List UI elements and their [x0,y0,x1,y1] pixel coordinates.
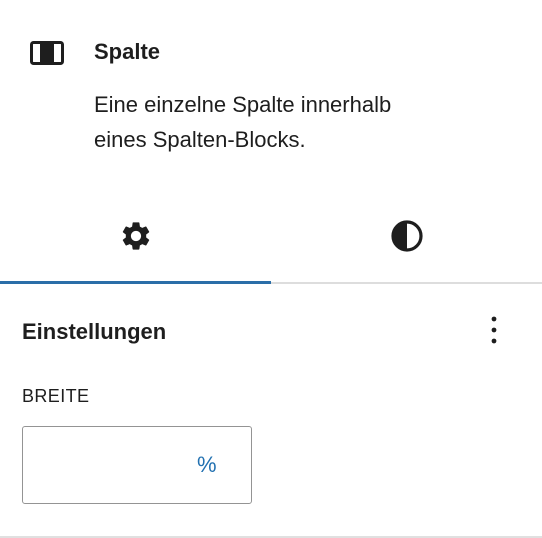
tab-styles[interactable] [271,190,542,282]
width-unit: % [197,452,217,477]
more-options-button[interactable] [482,314,506,350]
width-input[interactable] [23,427,183,502]
column-icon [30,41,64,65]
block-description-line-1: Eine einzelne Spalte innerhalb [94,92,392,117]
block-card: Spalte Eine einzelne Spalte innerhalb ei… [0,0,542,190]
block-description: Eine einzelne Spalte innerhalb eines Spa… [94,87,494,157]
width-label: BREITE [22,386,90,406]
block-inspector-panel: Spalte Eine einzelne Spalte innerhalb ei… [0,0,542,538]
width-field: % [22,426,252,504]
more-vertical-icon [490,315,498,350]
tab-settings[interactable] [0,190,271,284]
block-title: Spalte [94,39,161,64]
gear-icon [119,219,153,253]
inspector-tabs [0,190,542,284]
block-description-line-2: eines Spalten-Blocks. [94,127,306,152]
settings-section-header: Einstellungen [22,316,522,348]
half-circle-contrast-icon [390,219,424,253]
settings-title: Einstellungen [22,319,167,344]
